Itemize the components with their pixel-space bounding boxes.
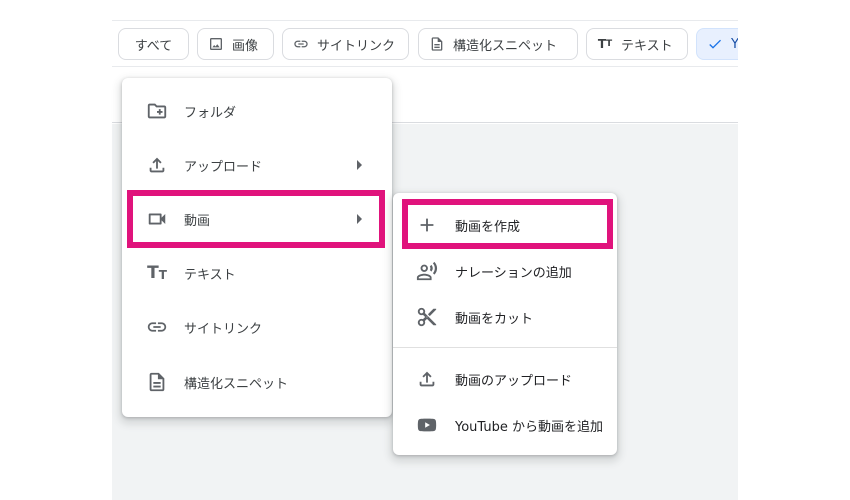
- video-submenu: 動画を作成 ナレーションの追加 動画をカット 動画のアップロード YouTube…: [393, 193, 617, 455]
- chip-sitelink[interactable]: サイトリンク: [282, 28, 409, 60]
- submenu-item-label: 動画のアップロード: [455, 373, 573, 389]
- text-icon: TT: [147, 263, 167, 283]
- document-icon: [429, 36, 445, 52]
- text-icon: TT: [597, 37, 613, 51]
- chip-text[interactable]: TT テキスト: [586, 28, 688, 60]
- add-folder-icon: [146, 100, 168, 122]
- add-menu: フォルダ アップロード 動画 TT テキスト サイトリンク 構造化スニペット: [122, 78, 392, 417]
- chip-label: Yo: [731, 36, 738, 52]
- submenu-item-label: YouTube から動画を追加: [455, 419, 603, 435]
- submenu-item-upload-video[interactable]: 動画のアップロード: [393, 356, 617, 402]
- chip-structured-snippet[interactable]: 構造化スニペット: [418, 28, 578, 60]
- chip-label: サイトリンク: [317, 38, 396, 54]
- upload-icon: [416, 368, 438, 390]
- link-icon: [146, 316, 168, 338]
- chip-label: すべて: [134, 38, 173, 54]
- menu-item-label: サイトリンク: [184, 321, 263, 337]
- youtube-icon: [416, 414, 438, 436]
- menu-item-sitelink[interactable]: サイトリンク: [122, 301, 392, 353]
- menu-item-label: 構造化スニペット: [184, 376, 289, 392]
- document-icon: [146, 371, 168, 393]
- menu-item-upload[interactable]: アップロード: [122, 139, 392, 191]
- submenu-item-label: 動画をカット: [455, 311, 534, 327]
- chip-label: テキスト: [621, 38, 673, 54]
- chip-youtube[interactable]: Yo: [696, 28, 738, 60]
- menu-item-folder[interactable]: フォルダ: [122, 85, 392, 137]
- submenu-divider: [393, 347, 617, 348]
- scissors-icon: [416, 306, 438, 328]
- menu-item-structured-snippet[interactable]: 構造化スニペット: [122, 356, 392, 408]
- video-icon: [146, 208, 168, 230]
- chip-all[interactable]: すべて: [118, 28, 189, 60]
- submenu-item-label: 動画を作成: [455, 219, 521, 235]
- menu-item-label: 動画: [184, 213, 211, 229]
- submenu-item-label: ナレーションの追加: [455, 265, 572, 281]
- upload-icon: [146, 154, 168, 176]
- image-icon: [208, 36, 224, 52]
- screenshot-stage: すべて 画像 サイトリンク 構造化スニペット TT テキスト Y フォルダ アッ…: [0, 0, 850, 500]
- submenu-item-create-video[interactable]: 動画を作成: [393, 202, 617, 248]
- menu-item-label: テキスト: [184, 267, 236, 283]
- filter-chip-bar: すべて 画像 サイトリンク 構造化スニペット TT テキスト Y: [112, 21, 738, 67]
- chip-label: 構造化スニペット: [453, 38, 558, 54]
- submenu-item-add-narration[interactable]: ナレーションの追加: [393, 248, 617, 294]
- chip-label: 画像: [232, 38, 259, 54]
- check-icon: [707, 36, 723, 52]
- menu-item-text[interactable]: TT テキスト: [122, 247, 392, 299]
- menu-item-label: フォルダ: [184, 105, 237, 121]
- submenu-arrow-icon: [357, 160, 362, 170]
- submenu-item-cut-video[interactable]: 動画をカット: [393, 294, 617, 340]
- menu-item-label: アップロード: [184, 159, 263, 175]
- link-icon: [293, 36, 309, 52]
- plus-icon: [416, 214, 438, 236]
- chip-image[interactable]: 画像: [197, 28, 274, 60]
- narration-icon: [416, 260, 438, 282]
- submenu-item-add-from-youtube[interactable]: YouTube から動画を追加: [393, 402, 617, 448]
- submenu-arrow-icon: [357, 214, 362, 224]
- menu-item-video[interactable]: 動画: [122, 193, 392, 245]
